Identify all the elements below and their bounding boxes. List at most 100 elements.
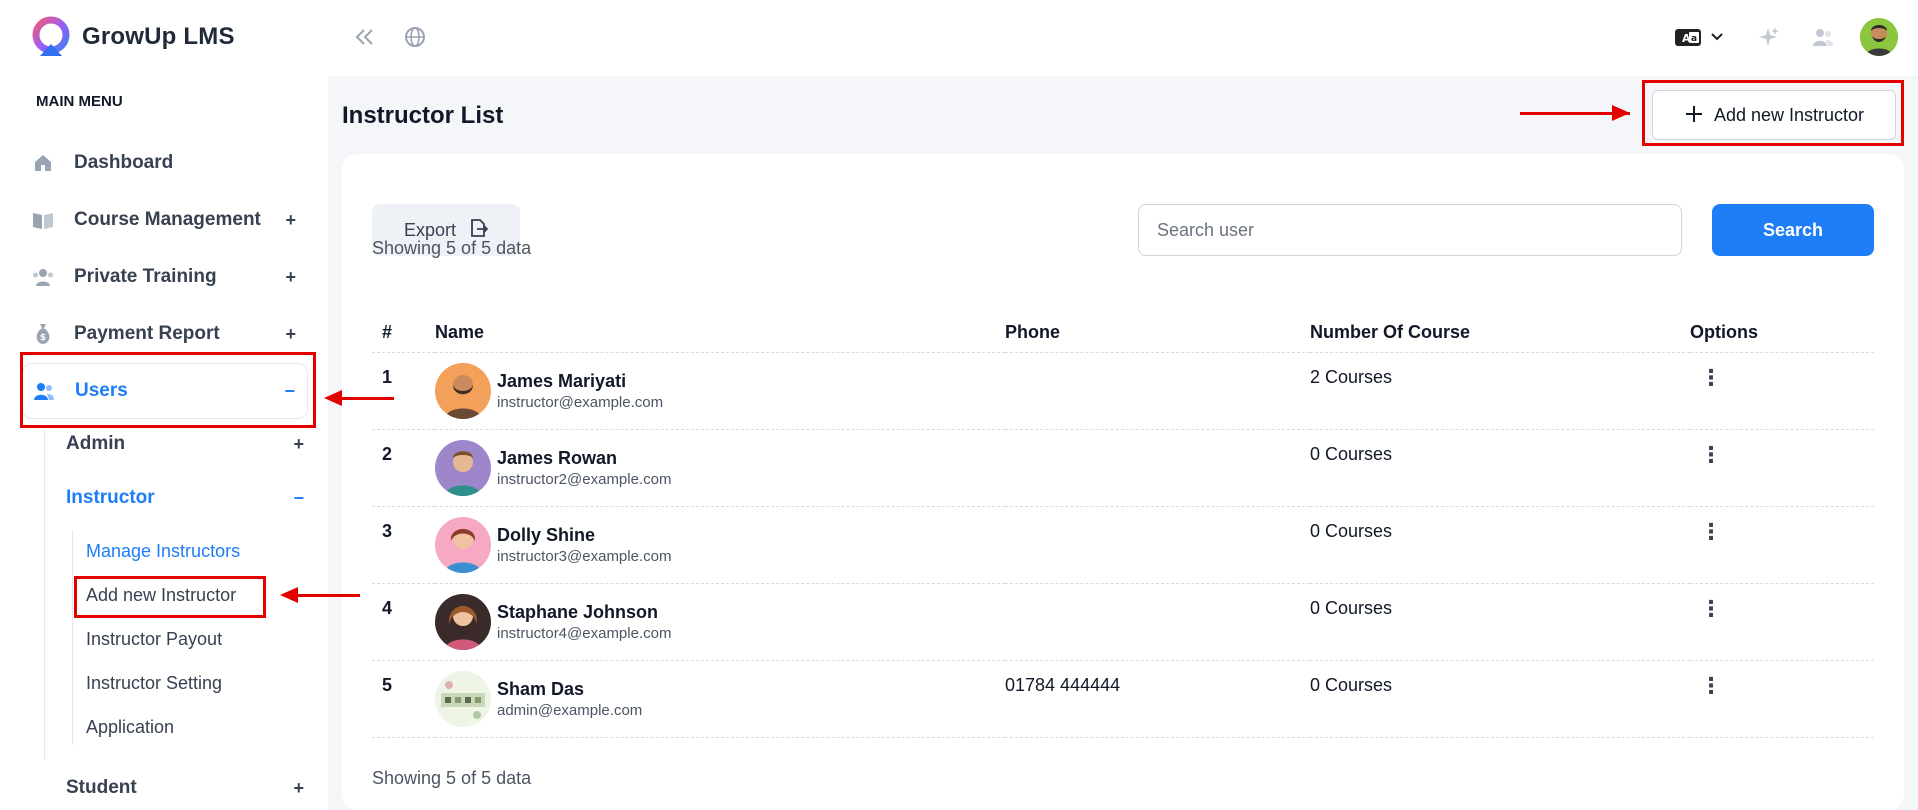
brand-logo[interactable]: GrowUp LMS bbox=[28, 14, 235, 60]
user-avatar bbox=[435, 593, 491, 650]
row-number: 3 bbox=[372, 506, 435, 584]
nav-add-new-instructor[interactable]: Add new Instructor bbox=[86, 585, 236, 606]
user-email: instructor2@example.com bbox=[497, 470, 672, 488]
top-bar: Aa bbox=[328, 0, 1918, 76]
brand-name: GrowUp LMS bbox=[82, 23, 235, 50]
more-options-icon[interactable]: ⋮ bbox=[1690, 673, 1722, 698]
nav-users-student[interactable]: Student + bbox=[66, 768, 306, 808]
arrow-add-button bbox=[1520, 112, 1630, 115]
user-name[interactable]: Staphane Johnson bbox=[497, 602, 671, 623]
search-button[interactable]: Search bbox=[1712, 204, 1874, 256]
svg-text:a: a bbox=[1691, 34, 1697, 44]
table-row: 2 James Rowan instructor2@example.com 0 … bbox=[372, 429, 1874, 507]
column-header-number: # bbox=[372, 314, 435, 353]
nav-label: Private Training bbox=[74, 266, 217, 287]
nav-private-training[interactable]: Private Training + bbox=[22, 249, 308, 305]
showing-count-bottom: Showing 5 of 5 data bbox=[372, 768, 532, 788]
more-options-icon[interactable]: ⋮ bbox=[1690, 519, 1722, 544]
button-label: Add new Instructor bbox=[1713, 104, 1865, 125]
phone-cell bbox=[1005, 506, 1310, 584]
table-row: 1 James Mariyati instructor@example.com … bbox=[372, 352, 1874, 430]
expand-toggle[interactable]: + bbox=[293, 434, 304, 455]
options-cell: ⋮ bbox=[1690, 352, 1874, 430]
nav-instructor-setting[interactable]: Instructor Setting bbox=[86, 673, 222, 694]
row-number: 5 bbox=[372, 660, 435, 738]
name-cell: Staphane Johnson instructor4@example.com bbox=[435, 583, 1005, 661]
profile-avatar[interactable] bbox=[1860, 18, 1898, 56]
nav-payment-report[interactable]: $ Payment Report + bbox=[22, 306, 308, 362]
submenu-guide-line bbox=[72, 530, 73, 745]
row-number: 1 bbox=[372, 352, 435, 430]
home-icon bbox=[32, 152, 54, 174]
courses-cell: 0 Courses bbox=[1310, 429, 1690, 507]
expand-toggle[interactable]: + bbox=[285, 324, 296, 345]
name-cell: Sham Das admin@example.com bbox=[435, 660, 1005, 738]
user-email: instructor@example.com bbox=[497, 393, 664, 411]
page-title: Instructor List bbox=[342, 102, 504, 129]
options-cell: ⋮ bbox=[1690, 660, 1874, 738]
nav-label: Payment Report bbox=[74, 323, 220, 344]
more-options-icon[interactable]: ⋮ bbox=[1690, 596, 1722, 621]
column-header-name: Name bbox=[435, 314, 1005, 353]
user-name[interactable]: James Rowan bbox=[497, 448, 671, 469]
user-email: instructor3@example.com bbox=[497, 547, 672, 565]
nav-manage-instructors[interactable]: Manage Instructors bbox=[86, 541, 240, 562]
user-email: instructor4@example.com bbox=[497, 624, 672, 642]
nav-course-management[interactable]: Course Management + bbox=[22, 192, 308, 248]
more-options-icon[interactable]: ⋮ bbox=[1690, 442, 1722, 467]
courses-cell: 0 Courses bbox=[1310, 583, 1690, 661]
table-row: 5 Sham Das admin@example.com 01784 44444… bbox=[372, 660, 1874, 738]
sidebar: GrowUp LMS MAIN MENU Dashboard Course Ma… bbox=[0, 0, 328, 810]
sparkle-icon[interactable] bbox=[1756, 24, 1782, 50]
user-avatar bbox=[435, 670, 491, 727]
more-options-icon[interactable]: ⋮ bbox=[1690, 365, 1722, 390]
table-row: 3 Dolly Shine instructor3@example.com 0 … bbox=[372, 506, 1874, 584]
nav-users-instructor[interactable]: Instructor − bbox=[66, 478, 306, 518]
user-avatar bbox=[435, 362, 491, 419]
collapse-toggle[interactable]: − bbox=[293, 488, 304, 509]
table-row: 4 Staphane Johnson instructor4@example.c… bbox=[372, 583, 1874, 661]
nav-users-admin[interactable]: Admin + bbox=[66, 424, 306, 464]
money-bag-icon: $ bbox=[32, 323, 54, 345]
courses-cell: 0 Courses bbox=[1310, 660, 1690, 738]
name-cell: Dolly Shine instructor3@example.com bbox=[435, 506, 1005, 584]
options-cell: ⋮ bbox=[1690, 506, 1874, 584]
collapse-sidebar-icon[interactable] bbox=[352, 24, 378, 50]
options-cell: ⋮ bbox=[1690, 583, 1874, 661]
svg-text:$: $ bbox=[40, 333, 46, 343]
users-switch-icon[interactable] bbox=[1810, 24, 1836, 50]
column-header-phone: Phone bbox=[1005, 314, 1310, 353]
expand-toggle[interactable]: + bbox=[293, 778, 304, 799]
instructor-table: # Name Phone Number Of Course Options 1 … bbox=[372, 314, 1874, 738]
search-user-input[interactable] bbox=[1138, 204, 1682, 256]
collapse-toggle[interactable]: − bbox=[284, 381, 295, 402]
nav-label: Course Management bbox=[74, 209, 261, 230]
nav-label: Users bbox=[75, 380, 128, 401]
column-header-courses: Number Of Course bbox=[1310, 314, 1690, 353]
translate-icon[interactable]: Aa bbox=[1674, 24, 1728, 50]
arrow-head bbox=[1612, 105, 1630, 121]
expand-toggle[interactable]: + bbox=[285, 267, 296, 288]
users-group-icon bbox=[32, 266, 54, 288]
nav-instructor-payout[interactable]: Instructor Payout bbox=[86, 629, 222, 650]
add-new-instructor-button[interactable]: Add new Instructor bbox=[1652, 90, 1896, 140]
globe-icon[interactable] bbox=[402, 24, 428, 50]
nav-application[interactable]: Application bbox=[86, 717, 174, 738]
user-avatar bbox=[435, 516, 491, 573]
users-icon bbox=[33, 380, 55, 402]
nav-dashboard[interactable]: Dashboard bbox=[22, 135, 308, 191]
user-name[interactable]: James Mariyati bbox=[497, 371, 663, 392]
instructor-list-card: Export Search Showing 5 of 5 data # Name… bbox=[342, 154, 1904, 810]
submenu-guide-line bbox=[44, 430, 45, 760]
nav-users[interactable]: Users − bbox=[22, 363, 308, 419]
user-name[interactable]: Dolly Shine bbox=[497, 525, 671, 546]
row-number: 4 bbox=[372, 583, 435, 661]
plus-icon bbox=[1684, 102, 1704, 128]
nav-label: Instructor bbox=[66, 487, 155, 508]
nav-label: Dashboard bbox=[74, 152, 174, 173]
phone-cell bbox=[1005, 583, 1310, 661]
phone-cell bbox=[1005, 352, 1310, 430]
logo-icon bbox=[32, 16, 70, 56]
expand-toggle[interactable]: + bbox=[285, 210, 296, 231]
user-name[interactable]: Sham Das bbox=[497, 679, 642, 700]
